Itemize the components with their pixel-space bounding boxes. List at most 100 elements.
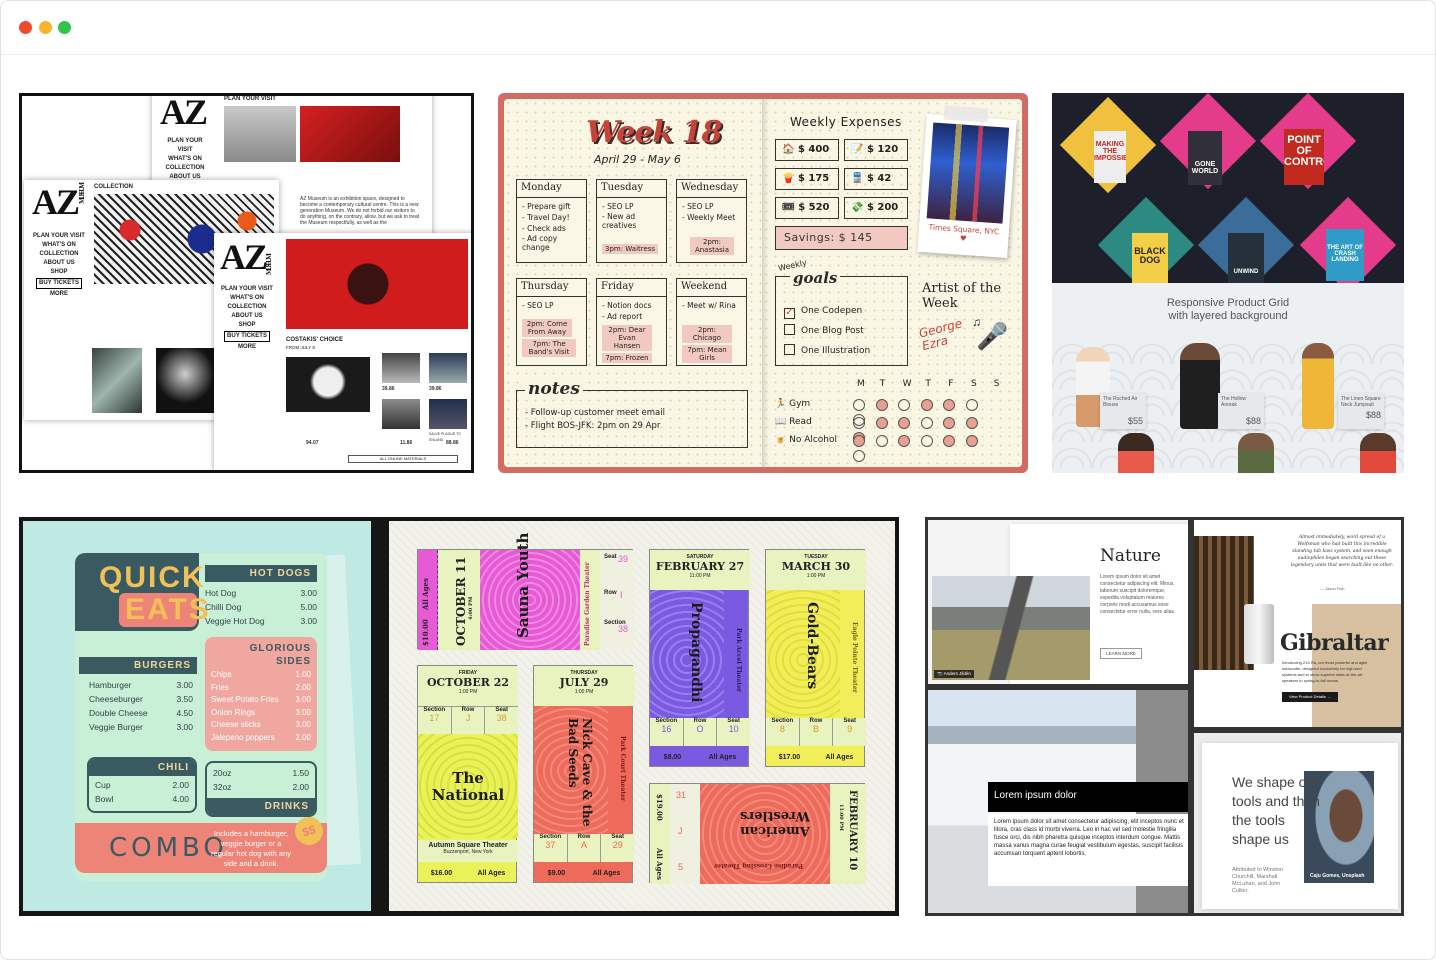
az-museum-tile[interactable]: AZ PLAN YOUR VISIT WHAT'S ON COLLECTION … (19, 93, 474, 473)
book-cover[interactable]: GONE WORLD (1188, 131, 1222, 185)
day-card-monday[interactable]: Monday - Prepare gift - Travel Day! - Ch… (516, 179, 587, 263)
all-materials-button[interactable]: ALL ONLINE MATERIALS (348, 455, 458, 463)
product-grid-tile[interactable]: MAKING THE IMPOSSIBLE GONE WORLD POINT O… (1052, 93, 1404, 473)
santorini-card[interactable]: Lorem ipsum dolor Lorem ipsum dolor sit … (925, 687, 1191, 916)
combo-banner[interactable]: COMBO Includes a hamburger, veggie burge… (75, 813, 327, 873)
nav-buy-tickets[interactable]: BUY TICKETS (36, 278, 82, 289)
habit-day-circle[interactable] (965, 417, 978, 429)
nav-more[interactable]: MORE (218, 343, 276, 352)
book-cover[interactable]: UNWIND (1228, 233, 1264, 283)
expense-rent[interactable]: 🏠 $ 400 (775, 139, 839, 161)
menu-row[interactable]: Cheese sticks 3.00 (211, 719, 311, 732)
day-card-weekend[interactable]: Weekend - Meet w/ Rina 2pm: Chicago 7pm:… (676, 278, 747, 366)
menu-row[interactable]: Hot Dog 3.00 (205, 586, 317, 600)
habit-day-circle[interactable] (965, 435, 978, 447)
menu-row[interactable]: Onion Rings 3.00 (211, 707, 311, 720)
expense-food[interactable]: 🍟 $ 175 (775, 168, 839, 190)
habit-day-circle[interactable] (898, 417, 910, 429)
menu-row[interactable]: Hamburger 3.00 (89, 678, 193, 692)
menu-row[interactable]: Cheeseburger 3.50 (89, 692, 193, 706)
ticket-american-wrestlers[interactable]: All Ages $19.00 31 J 5 American Wrestler… (649, 783, 866, 884)
goal-item[interactable]: One Blog Post (784, 321, 870, 341)
close-window-button[interactable] (19, 21, 32, 34)
view-product-button[interactable]: View Product Details → (1282, 692, 1338, 702)
day-card-tuesday[interactable]: Tuesday - SEO LP - New ad creatives 3pm:… (596, 179, 667, 263)
product-card-3[interactable]: The Linen Square Neck Jumpsuit $88 (1338, 393, 1384, 429)
menu-and-tickets-tile[interactable]: QUICK EATS HOT DOGS Hot Dog 3.00 Chilli D… (19, 517, 899, 916)
product-card-1[interactable]: The Ruched Air Blouse $55 (1100, 393, 1146, 429)
ticket-propagandhi[interactable]: SATURDAY FEBRUARY 27 11:00 PM Propagandh… (649, 549, 750, 767)
checkbox-checked-icon[interactable]: ✓ (784, 308, 795, 319)
book-cover[interactable]: POINT OF CONTROL (1284, 129, 1324, 185)
habit-day-circle[interactable] (875, 399, 888, 411)
habit-day-circle[interactable] (965, 399, 978, 411)
menu-row[interactable]: 20oz 1.50 (213, 766, 309, 780)
ticket-gold-bears[interactable]: TUESDAY MARCH 30 1:00 PM Gold-Bears Eagl… (765, 549, 866, 767)
nav-about[interactable]: ABOUT US (218, 312, 276, 321)
day-card-friday[interactable]: Friday - Notion docs - Ad report 2pm: De… (596, 278, 667, 366)
learn-more-button[interactable]: LEARN MORE (1100, 648, 1142, 659)
habit-day-circle[interactable] (943, 435, 955, 447)
habit-day-circle[interactable] (853, 399, 865, 411)
nav-whats-on[interactable]: WHAT'S ON (218, 294, 276, 303)
shape-quote-card[interactable]: Caju Gomes, Unsplash We shape our tools … (1191, 730, 1404, 916)
ticket-nick-cave[interactable]: THURSDAY JULY 29 1:00 PM Nick Cave & the… (533, 665, 634, 883)
menu-row[interactable]: Bowl 4.00 (95, 792, 189, 806)
expense-transport[interactable]: 🚆 $ 42 (844, 168, 908, 190)
nav-collection[interactable]: COLLECTION (218, 303, 276, 312)
nav-shop[interactable]: SHOP (30, 268, 88, 277)
nav-about[interactable]: ABOUT US (30, 259, 88, 268)
habit-day-circle[interactable] (920, 399, 933, 411)
day-card-thursday[interactable]: Thursday - SEO LP 2pm: Come From Away 7p… (516, 278, 587, 366)
nav-collection[interactable]: COLLECTION (30, 250, 88, 259)
product-card-2[interactable]: The Hollow Anorak $88 (1218, 393, 1264, 429)
menu-row[interactable]: Jalepeno poppers 2.00 (211, 732, 311, 745)
menu-row[interactable]: 32oz 2.00 (213, 780, 309, 794)
nav-whats-on[interactable]: WHAT'S ON (30, 241, 88, 250)
expense-other[interactable]: 💸 $ 200 (844, 197, 908, 219)
nav-collection[interactable]: COLLECTION (160, 164, 210, 173)
menu-row[interactable]: Chilli Dog 5.00 (205, 600, 317, 614)
nav-plan-visit[interactable]: PLAN YOUR VISIT (30, 232, 88, 241)
habit-day-circle[interactable] (943, 417, 955, 429)
checkbox-icon[interactable] (784, 324, 795, 335)
notes-box[interactable]: notes - Follow-up customer meet email - … (516, 379, 748, 448)
habit-day-circle[interactable] (898, 399, 910, 411)
ticket-the-national[interactable]: FRIDAY OCTOBER 22 1:00 PM Section 17 Row J… (417, 665, 518, 883)
habit-day-circle[interactable] (875, 417, 888, 429)
weekly-planner-tile[interactable]: Week 18 April 29 - May 6 Monday - Prepar… (498, 93, 1028, 473)
maximize-window-button[interactable] (58, 21, 71, 34)
book-cover[interactable]: THE ART OF CRASH LANDING (1326, 229, 1364, 281)
habit-day-circle[interactable] (920, 435, 933, 447)
menu-row[interactable]: Veggie Burger 3.00 (89, 720, 193, 734)
habit-day-circle[interactable] (943, 399, 955, 411)
checkbox-icon[interactable] (784, 344, 795, 355)
habit-day-circle[interactable] (875, 435, 888, 447)
expense-notes[interactable]: 📝 $ 120 (844, 139, 908, 161)
habit-day-circle[interactable] (853, 450, 865, 462)
book-cover[interactable]: MAKING THE IMPOSSIBLE (1094, 131, 1126, 183)
menu-row[interactable]: Cup 2.00 (95, 778, 189, 792)
menu-row[interactable]: Chips 1.00 (211, 669, 311, 682)
editorial-layouts-tile[interactable]: 📷 Anders Jildén Nature Lorem ipsum dolor… (925, 517, 1404, 916)
goal-item[interactable]: ✓ One Codepen (784, 301, 870, 321)
habit-day-circle[interactable] (920, 417, 933, 429)
habit-day-circle[interactable] (853, 417, 865, 429)
nav-more[interactable]: MORE (30, 290, 88, 299)
nav-plan-visit[interactable]: PLAN YOUR VISIT (160, 137, 210, 155)
goal-item[interactable]: One Illustration (784, 341, 870, 361)
nav-buy-tickets[interactable]: BUY TICKETS (224, 331, 270, 342)
nature-card[interactable]: 📷 Anders Jildén Nature Lorem ipsum dolor… (925, 517, 1191, 687)
expense-tickets[interactable]: 🎟 $ 520 (775, 197, 839, 219)
ticket-sauna-youth[interactable]: All Ages $10.00 OCTOBER 11 4:00 PM Sauna… (417, 533, 634, 650)
menu-row[interactable]: Sweet Potato Fries 3.00 (211, 694, 311, 707)
habit-day-circle[interactable] (898, 435, 910, 447)
habit-day-circle[interactable] (853, 435, 865, 447)
nav-shop[interactable]: SHOP (218, 321, 276, 330)
day-card-wednesday[interactable]: Wednesday - SEO LP - Weekly Meet 2pm: An… (676, 179, 747, 263)
gibraltar-card[interactable]: Almost immediately, word spread of a Wol… (1191, 517, 1404, 730)
menu-row[interactable]: Double Cheese 4.50 (89, 706, 193, 720)
book-cover[interactable]: BLACK DOG (1132, 233, 1168, 283)
nav-whats-on[interactable]: WHAT'S ON (160, 155, 210, 164)
nav-plan-visit[interactable]: PLAN YOUR VISIT (218, 285, 276, 294)
